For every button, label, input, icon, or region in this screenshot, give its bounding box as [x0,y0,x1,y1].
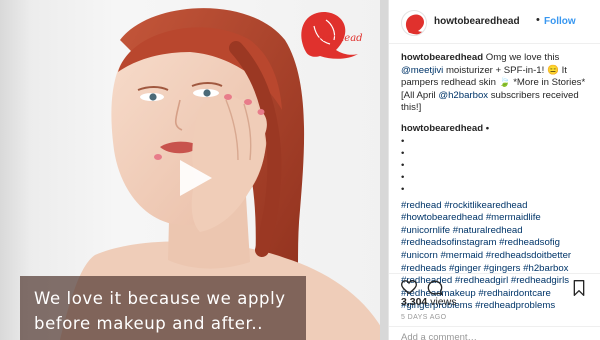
video-right-edge [380,0,388,340]
mention-meetjivi-link[interactable]: @meetjivi [401,65,443,76]
comment-bullet: • [401,183,405,195]
heart-icon[interactable] [401,280,417,295]
hashtag-link[interactable]: #unicorn #mermaid #redheadsdoitbetter [401,250,593,263]
post-details-panel: howtobearedhead • Follow howtobearedhead… [388,0,600,340]
logo-script-text: Redhead [318,33,363,44]
follow-button[interactable]: Follow [544,16,576,27]
add-comment-section [389,326,600,340]
caption-username-link[interactable]: howtobearedhead [401,52,483,63]
caption-line-1: We love it because we apply [34,289,286,308]
comment-bullet: • [401,135,405,147]
avatar-logo-icon [405,14,426,35]
video-caption-overlay: We love it because we apply before makeu… [20,276,306,340]
mention-h2barbox-link[interactable]: @h2barbox [438,90,488,101]
caption-text: Omg we love this [485,52,560,63]
hashtag-link[interactable]: #howtobearedhead #mermaidlife [401,212,593,225]
view-count: 3,304 views [401,296,456,308]
comment-username-link[interactable]: howtobearedhead • [401,123,593,136]
post-video[interactable]: Redhead We love it because we apply befo… [0,0,388,340]
hashtag-link[interactable]: #redheadsofinstagram #redheadsofig [401,237,593,250]
bookmark-icon[interactable] [573,280,585,296]
comment-icon[interactable] [427,280,443,296]
avatar[interactable] [401,10,427,36]
header-username-link[interactable]: howtobearedhead [434,16,520,27]
comment-bullet: • [401,159,405,171]
hashtag-link[interactable]: #redhead #rockitlikearedhead [401,200,593,213]
view-count-label: views [430,296,457,308]
view-count-number: 3,304 [401,296,428,308]
post-caption: howtobearedhead Omg we love this @meetji… [401,52,593,115]
instagram-post-window: Redhead We love it because we apply befo… [0,0,600,340]
caption-line-2: before makeup and after.. [34,314,264,333]
comment-bullet: • [401,147,405,159]
header-separator: • [536,14,540,26]
post-timestamp[interactable]: 5 DAYS AGO [401,314,447,321]
post-header: howtobearedhead • Follow [389,0,600,44]
hashtag-link[interactable]: #unicornlife #naturalredhead [401,225,593,238]
add-comment-input[interactable] [401,331,591,340]
play-icon[interactable] [172,156,216,200]
comment-bullet: • [401,171,405,183]
